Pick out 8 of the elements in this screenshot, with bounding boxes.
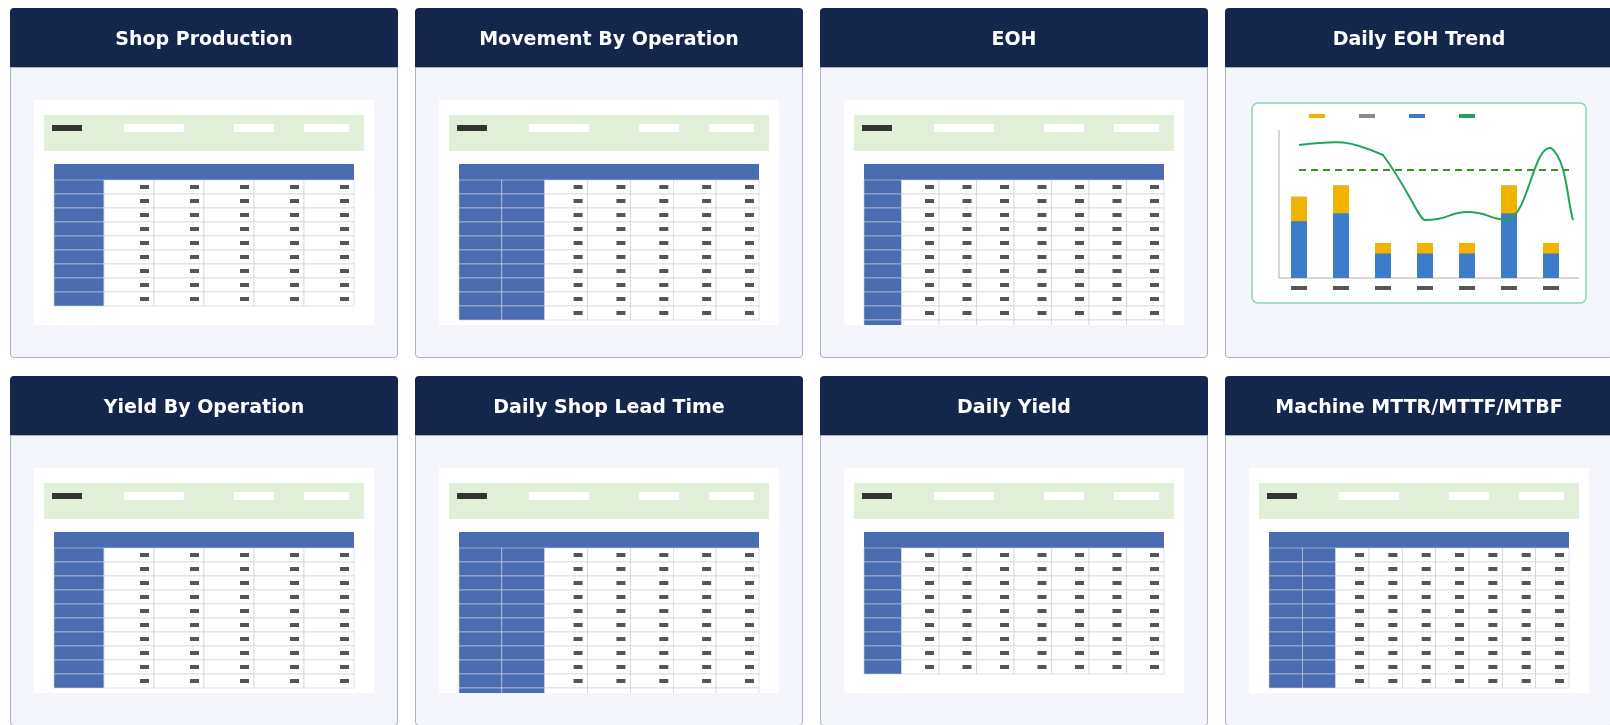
card-title[interactable]: Movement By Operation xyxy=(415,8,803,67)
card-title[interactable]: Daily Shop Lead Time xyxy=(415,376,803,435)
card-title[interactable]: Daily EOH Trend xyxy=(1225,8,1610,67)
card-title[interactable]: Machine MTTR/MTTF/MTBF xyxy=(1225,376,1610,435)
card-title[interactable]: Daily Yield xyxy=(820,376,1208,435)
card-title[interactable]: EOH xyxy=(820,8,1208,67)
card-title[interactable]: Yield By Operation xyxy=(10,376,398,435)
card-title[interactable]: Shop Production xyxy=(10,8,398,67)
